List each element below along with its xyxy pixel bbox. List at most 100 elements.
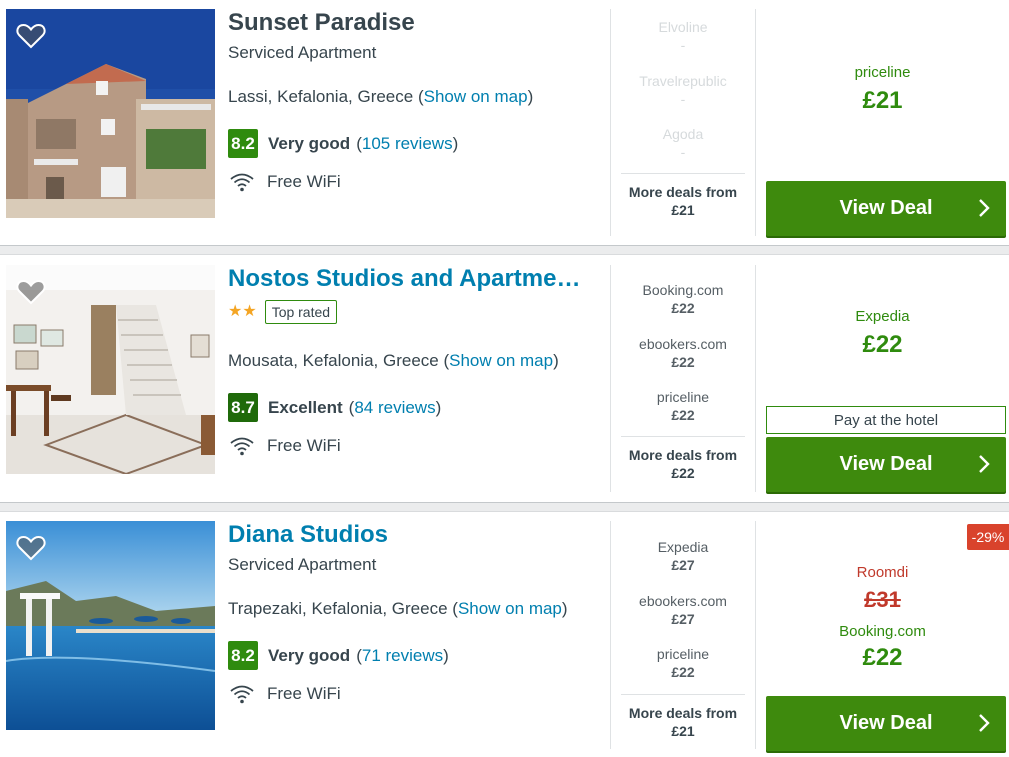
more-deals-label: More deals from: [628, 184, 738, 200]
star-icon: ★: [228, 303, 243, 320]
view-deal-button[interactable]: View Deal: [766, 181, 1006, 236]
old-price: £31: [864, 587, 901, 612]
deal-item[interactable]: Booking.com £22: [611, 281, 755, 335]
more-deals[interactable]: More deals from £21: [621, 694, 745, 740]
more-deals[interactable]: More deals from £21: [621, 173, 745, 219]
amenity-label: Free WiFi: [267, 684, 341, 703]
deal-provider: ebookers.com: [639, 335, 727, 352]
strikethrough-deal: Roomdi £31: [756, 564, 1009, 613]
deal-provider: priceline: [656, 389, 710, 405]
deal-provider: Booking.com: [642, 282, 724, 298]
discount-badge: -29%: [967, 524, 1009, 550]
reviews-link[interactable]: 105 reviews: [362, 134, 453, 153]
divider: [755, 9, 756, 236]
score-badge: 8.2: [228, 129, 258, 158]
view-deal-button[interactable]: View Deal: [766, 437, 1006, 492]
hotel-name[interactable]: Nostos Studios and Apartme…: [228, 265, 598, 293]
rating-word: Very good: [268, 645, 351, 665]
best-deal[interactable]: Expedia £22: [756, 308, 1009, 359]
view-deal-button[interactable]: View Deal: [766, 696, 1006, 751]
hotel-location: Lassi, Kefalonia, Greece (Show on map): [228, 87, 534, 106]
location-text: Lassi, Kefalonia, Greece: [228, 87, 414, 106]
top-rated-badge: Top rated: [264, 300, 338, 324]
card-separator: [0, 245, 1009, 255]
best-provider: priceline: [854, 64, 911, 81]
more-deals-label: More deals from: [628, 447, 738, 463]
hotel-photo[interactable]: [6, 265, 215, 474]
show-on-map-link[interactable]: Show on map: [458, 599, 562, 618]
view-deal-label: View Deal: [839, 197, 933, 219]
best-price: £21: [862, 87, 903, 114]
heart-icon[interactable]: [16, 279, 46, 305]
deal-price: £22: [671, 300, 695, 316]
reviews-link[interactable]: 84 reviews: [354, 398, 435, 417]
more-deals[interactable]: More deals from £22: [621, 436, 745, 482]
hotel-card: Sunset Paradise Serviced Apartment Lassi…: [0, 0, 1009, 246]
chevron-right-icon: [979, 199, 990, 217]
deal-provider: priceline: [656, 646, 710, 662]
hotel-name[interactable]: Sunset Paradise: [228, 9, 598, 37]
chevron-right-icon: [979, 714, 990, 732]
deal-price: £22: [671, 664, 695, 680]
best-deal[interactable]: priceline £21: [756, 64, 1009, 115]
hotel-location: Trapezaki, Kefalonia, Greece (Show on ma…: [228, 599, 568, 618]
deal-provider: Travelrepublic: [639, 72, 727, 89]
deals-list: Elvoline - Travelrepublic - Agoda -: [611, 18, 755, 179]
more-deals-label: More deals from: [628, 705, 738, 721]
hotel-type: Serviced Apartment: [228, 555, 377, 574]
amenity: Free WiFi: [230, 172, 341, 192]
deal-provider: Elvoline: [658, 19, 708, 35]
rating: 8.2 Very good (71 reviews): [228, 641, 449, 670]
deal-item[interactable]: priceline £22: [611, 388, 755, 442]
best-price: £22: [862, 644, 903, 671]
deal-price: £27: [671, 557, 695, 573]
best-price: £22: [862, 331, 903, 358]
hotel-photo[interactable]: [6, 521, 215, 730]
deal-item[interactable]: Elvoline -: [611, 18, 755, 72]
old-provider: Roomdi: [856, 564, 909, 581]
heart-icon[interactable]: [16, 23, 46, 49]
heart-icon[interactable]: [16, 535, 46, 561]
hotel-name[interactable]: Diana Studios: [228, 521, 598, 549]
hotel-photo[interactable]: [6, 9, 215, 218]
deals-list: Booking.com £22 ebookers.com £22 priceli…: [611, 281, 755, 442]
pay-at-hotel-badge: Pay at the hotel: [766, 406, 1006, 434]
hotel-class: ★ ★ Top rated: [228, 300, 338, 324]
deals-list: Expedia £27 ebookers.com £27 priceline £…: [611, 538, 755, 699]
wifi-icon: [230, 437, 254, 456]
best-deal[interactable]: Booking.com £22: [756, 623, 1009, 672]
deal-item[interactable]: ebookers.com £27: [611, 592, 755, 646]
score-badge: 8.2: [228, 641, 258, 670]
rating: 8.2 Very good (105 reviews): [228, 129, 458, 158]
best-provider: Booking.com: [839, 623, 926, 640]
deal-price: -: [680, 90, 686, 107]
deal-item[interactable]: priceline £22: [611, 645, 755, 699]
more-deals-price: £21: [671, 723, 695, 739]
amenity: Free WiFi: [230, 436, 341, 456]
amenity-label: Free WiFi: [267, 436, 341, 455]
chevron-right-icon: [979, 455, 990, 473]
deal-provider: ebookers.com: [639, 592, 727, 609]
location-text: Trapezaki, Kefalonia, Greece: [228, 599, 448, 618]
score-badge: 8.7: [228, 393, 258, 422]
deal-provider: Agoda: [662, 126, 704, 142]
amenity: Free WiFi: [230, 684, 341, 704]
reviews-link[interactable]: 71 reviews: [362, 646, 443, 665]
deal-item[interactable]: Agoda -: [611, 125, 755, 179]
deal-price: £22: [671, 407, 695, 423]
hotel-card: Nostos Studios and Apartme… ★ ★ Top rate…: [0, 256, 1009, 502]
deal-item[interactable]: Expedia £27: [611, 538, 755, 592]
star-icon: ★: [242, 303, 257, 320]
show-on-map-link[interactable]: Show on map: [424, 87, 528, 106]
wifi-icon: [230, 173, 254, 192]
amenity-label: Free WiFi: [267, 172, 341, 191]
reviews: (105 reviews): [356, 133, 459, 153]
deal-item[interactable]: ebookers.com £22: [611, 335, 755, 389]
reviews: (71 reviews): [356, 645, 449, 665]
deal-price: £22: [671, 353, 695, 370]
card-separator: [0, 502, 1009, 512]
deal-price: -: [680, 144, 686, 160]
more-deals-price: £22: [671, 465, 695, 481]
deal-item[interactable]: Travelrepublic -: [611, 72, 755, 126]
show-on-map-link[interactable]: Show on map: [449, 351, 553, 370]
